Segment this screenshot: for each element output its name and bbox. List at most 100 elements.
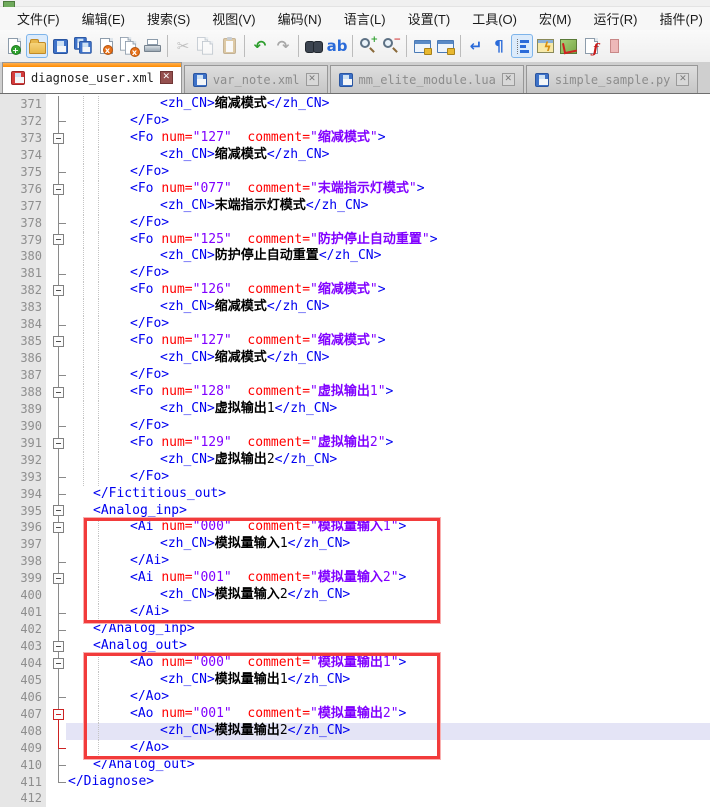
open-file-button[interactable] [26, 34, 48, 58]
code-text[interactable]: <zh_CN>缩减模式</zh_CN> [66, 96, 710, 113]
menu-item-10[interactable]: 运行(R) [582, 7, 648, 30]
fold-margin[interactable] [46, 638, 66, 655]
code-text[interactable]: <zh_CN>模拟量输入1</zh_CN> [66, 536, 710, 553]
code-line-402[interactable]: 402</Analog_inp> [0, 621, 710, 638]
code-text[interactable]: <zh_CN>缩减模式</zh_CN> [66, 350, 710, 367]
fold-collapse-icon[interactable] [53, 573, 64, 584]
code-line-375[interactable]: 375</Fo> [0, 164, 710, 181]
fold-margin[interactable] [46, 503, 66, 520]
fold-margin[interactable] [46, 198, 66, 215]
code-text[interactable]: <zh_CN>虚拟输出1</zh_CN> [66, 401, 710, 418]
menu-item-4[interactable]: 视图(V) [201, 7, 266, 30]
code-line-396[interactable]: 396<Ai num="000" comment="模拟量输入1"> [0, 519, 710, 536]
menu-item-1[interactable]: 文件(F) [6, 7, 71, 30]
fold-collapse-icon[interactable] [53, 522, 64, 533]
code-line-382[interactable]: 382<Fo num="126" comment="缩减模式"> [0, 282, 710, 299]
fold-margin[interactable] [46, 248, 66, 265]
tab-simple_sample.py[interactable]: simple_sample.py✕ [526, 65, 699, 93]
fold-margin[interactable] [46, 452, 66, 469]
fold-margin[interactable] [46, 316, 66, 333]
tab-close-icon[interactable]: ✕ [306, 73, 319, 86]
code-line-409[interactable]: 409</Ao> [0, 740, 710, 757]
fold-margin[interactable] [46, 655, 66, 672]
fold-margin[interactable] [46, 536, 66, 553]
code-line-384[interactable]: 384</Fo> [0, 316, 710, 333]
code-line-401[interactable]: 401</Ai> [0, 604, 710, 621]
code-text[interactable]: <Fo num="126" comment="缩减模式"> [66, 282, 710, 299]
fold-margin[interactable] [46, 706, 66, 723]
fold-margin[interactable] [46, 740, 66, 757]
tab-var_note.xml[interactable]: var_note.xml✕ [184, 65, 328, 93]
code-line-404[interactable]: 404<Ao num="000" comment="模拟量输出1"> [0, 655, 710, 672]
close-all-button[interactable]: x [118, 34, 140, 58]
code-text[interactable]: <Analog_inp> [66, 503, 710, 520]
code-text[interactable]: <Fo num="127" comment="缩减模式"> [66, 130, 710, 147]
code-line-406[interactable]: 406</Ao> [0, 689, 710, 706]
fold-margin[interactable] [46, 604, 66, 621]
print-button[interactable] [141, 34, 163, 58]
code-text[interactable]: </Fo> [66, 265, 710, 282]
code-line-412[interactable]: 412 [0, 790, 710, 807]
code-text[interactable]: </Fo> [66, 469, 710, 486]
fold-collapse-icon[interactable] [53, 184, 64, 195]
sync-horizontal-scroll-button[interactable] [434, 34, 456, 58]
code-line-386[interactable]: 386<zh_CN>缩减模式</zh_CN> [0, 350, 710, 367]
function-list-button[interactable]: ϟ [534, 34, 556, 58]
code-text[interactable]: </Fo> [66, 215, 710, 232]
menu-item-5[interactable]: 编码(N) [267, 7, 333, 30]
fold-collapse-icon[interactable] [53, 438, 64, 449]
code-text[interactable]: <Fo num="129" comment="虚拟输出2"> [66, 435, 710, 452]
fold-margin[interactable] [46, 96, 66, 113]
menu-item-9[interactable]: 宏(M) [528, 7, 583, 30]
fold-margin[interactable] [46, 333, 66, 350]
fold-margin[interactable] [46, 350, 66, 367]
fold-margin[interactable] [46, 723, 66, 740]
code-editor[interactable]: 371<zh_CN>缩减模式</zh_CN>372</Fo>373<Fo num… [0, 94, 710, 807]
code-line-399[interactable]: 399<Ai num="001" comment="模拟量输入2"> [0, 570, 710, 587]
fold-margin[interactable] [46, 689, 66, 706]
code-text[interactable]: <zh_CN>模拟量输出1</zh_CN> [66, 672, 710, 689]
fold-collapse-icon[interactable] [53, 336, 64, 347]
code-line-391[interactable]: 391<Fo num="129" comment="虚拟输出2"> [0, 435, 710, 452]
fold-margin[interactable] [46, 621, 66, 638]
code-line-388[interactable]: 388<Fo num="128" comment="虚拟输出1"> [0, 384, 710, 401]
code-text[interactable]: </Fo> [66, 367, 710, 384]
code-text[interactable]: </Fo> [66, 316, 710, 333]
fold-collapse-icon[interactable] [53, 133, 64, 144]
menu-item-8[interactable]: 工具(O) [461, 7, 528, 30]
save-all-button[interactable] [72, 34, 94, 58]
fold-collapse-icon[interactable] [53, 387, 64, 398]
code-text[interactable]: <Ao num="001" comment="模拟量输出2"> [66, 706, 710, 723]
zoom-in-button[interactable]: + [357, 34, 379, 58]
code-line-381[interactable]: 381</Fo> [0, 265, 710, 282]
code-line-390[interactable]: 390</Fo> [0, 418, 710, 435]
code-text[interactable]: <zh_CN>模拟量输出2</zh_CN> [66, 723, 710, 740]
code-text[interactable]: <Fo num="077" comment="末端指示灯模式"> [66, 181, 710, 198]
menu-item-3[interactable]: 搜索(S) [136, 7, 201, 30]
code-text[interactable]: </Fo> [66, 418, 710, 435]
fold-margin[interactable] [46, 587, 66, 604]
code-text[interactable]: <Ai num="000" comment="模拟量输入1"> [66, 519, 710, 536]
fold-margin[interactable] [46, 672, 66, 689]
fold-margin[interactable] [46, 486, 66, 503]
fold-margin[interactable] [46, 299, 66, 316]
code-line-387[interactable]: 387</Fo> [0, 367, 710, 384]
sync-vertical-scroll-button[interactable] [411, 34, 433, 58]
document-map-button[interactable] [557, 34, 579, 58]
fold-margin[interactable] [46, 164, 66, 181]
fold-margin[interactable] [46, 367, 66, 384]
fold-margin[interactable] [46, 757, 66, 774]
fold-margin[interactable] [46, 401, 66, 418]
menu-item-6[interactable]: 语言(L) [333, 7, 397, 30]
redo-button[interactable]: ↷ [272, 34, 294, 58]
tab-mm_elite_module.lua[interactable]: mm_elite_module.lua✕ [330, 65, 524, 93]
code-text[interactable]: <zh_CN>防护停止自动重置</zh_CN> [66, 248, 710, 265]
show-indent-guide-button[interactable] [511, 34, 533, 58]
tab-close-icon[interactable]: ✕ [676, 73, 689, 86]
fold-margin[interactable] [46, 774, 66, 791]
word-wrap-button[interactable]: ↵ [465, 34, 487, 58]
code-line-377[interactable]: 377<zh_CN>末端指示灯模式</zh_CN> [0, 198, 710, 215]
menu-item-2[interactable]: 编辑(E) [71, 7, 136, 30]
code-text[interactable]: <Ai num="001" comment="模拟量输入2"> [66, 570, 710, 587]
code-text[interactable]: <Fo num="127" comment="缩减模式"> [66, 333, 710, 350]
